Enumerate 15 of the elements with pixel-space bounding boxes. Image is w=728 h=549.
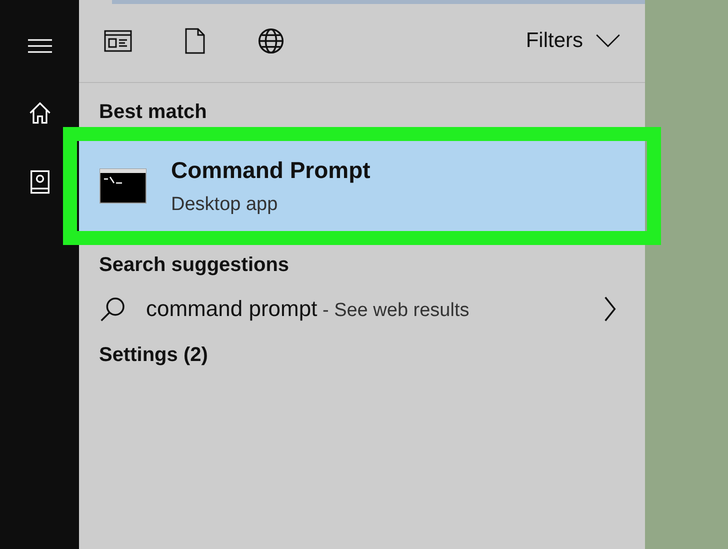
terminal-icon [99, 167, 147, 205]
chevron-right-icon [603, 295, 617, 323]
document-icon[interactable] [183, 27, 207, 55]
result-title: Command Prompt [171, 156, 370, 185]
result-subtitle: Desktop app [171, 193, 279, 217]
app-window-icon[interactable] [103, 28, 133, 54]
suggestion-item[interactable]: command prompt - See web results [79, 280, 645, 338]
filters-button[interactable]: Filters [526, 25, 621, 57]
section-heading: Search suggestions [98, 253, 290, 278]
search-icon [99, 295, 127, 323]
suggestion-text: command prompt - See web results [146, 295, 470, 324]
chevron-down-icon [595, 34, 621, 48]
section-heading: Best match [98, 100, 208, 125]
globe-icon[interactable] [257, 27, 285, 55]
section-heading: Settings (2) [98, 343, 209, 368]
